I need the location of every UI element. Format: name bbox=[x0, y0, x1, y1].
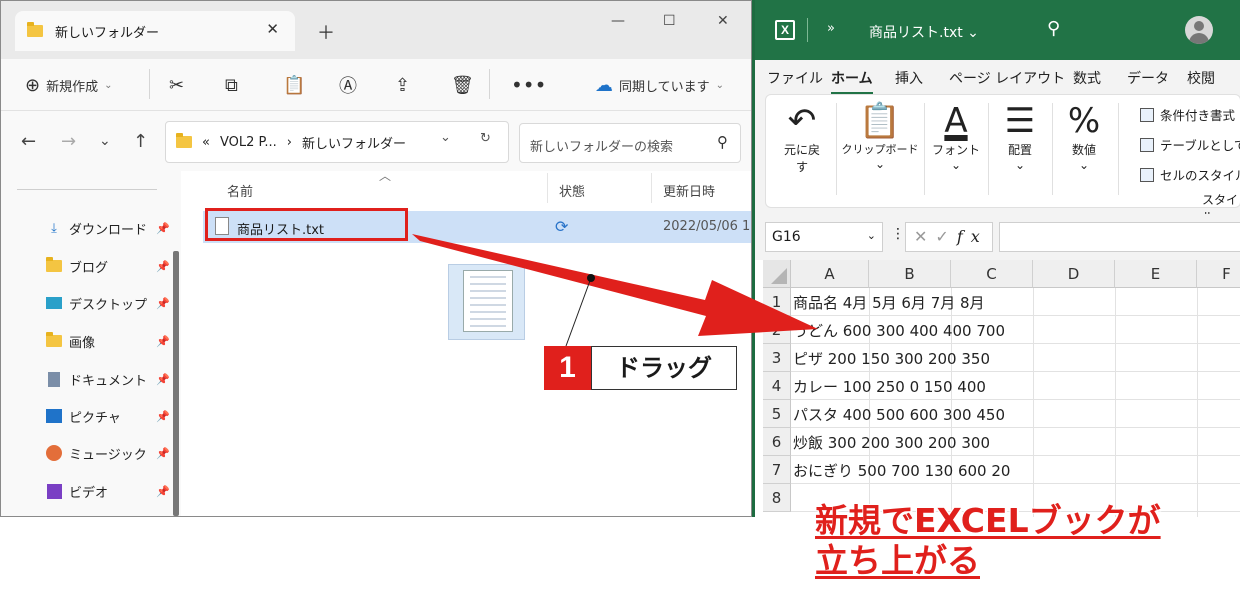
step-number-badge: 1 bbox=[544, 346, 591, 390]
step-label: ドラッグ bbox=[591, 346, 737, 390]
result-note-line2: 立ち上がる bbox=[815, 541, 980, 580]
callout-leader-dot bbox=[587, 274, 595, 282]
callout-leader-line bbox=[565, 277, 592, 347]
drag-arrow-shape bbox=[412, 234, 818, 336]
result-note-line1: 新規でEXCELブックが bbox=[815, 501, 1161, 540]
result-note: 新規でEXCELブックが 立ち上がる bbox=[815, 501, 1161, 581]
